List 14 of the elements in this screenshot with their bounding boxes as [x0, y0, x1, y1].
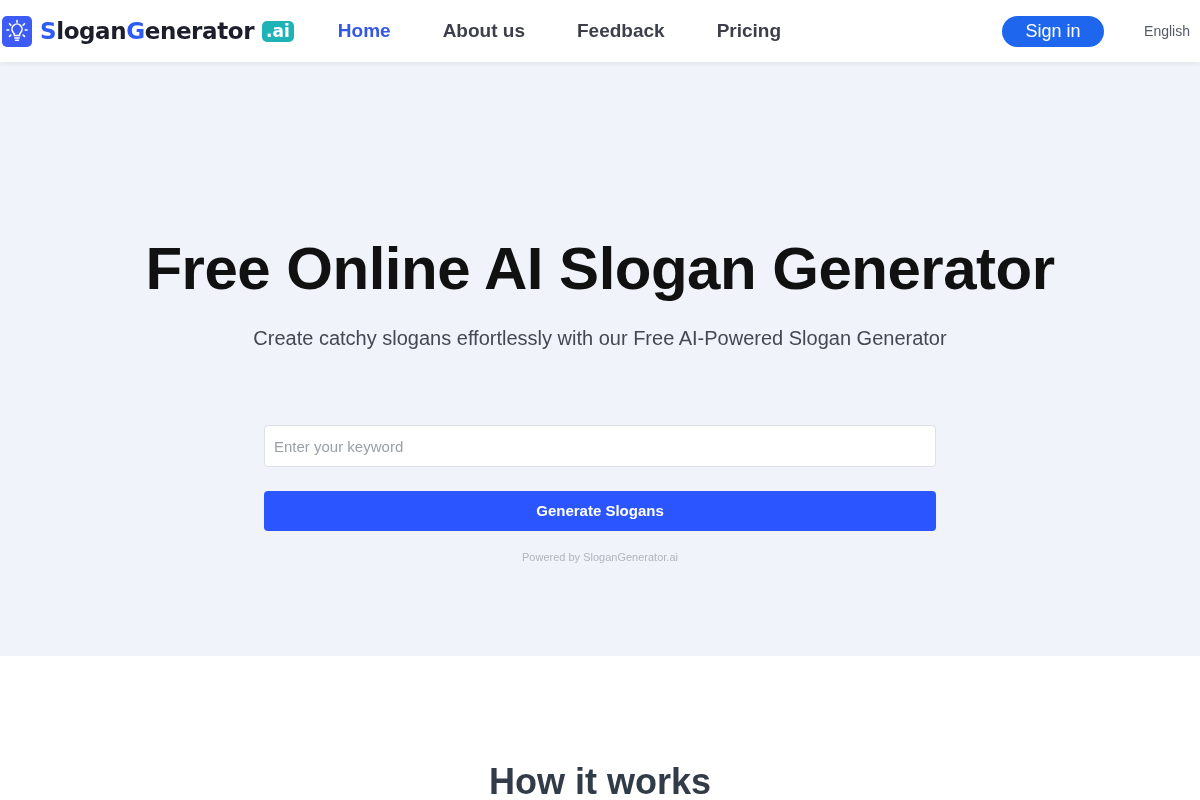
language-link[interactable]: English [1144, 20, 1190, 42]
keyword-field[interactable]: Enter your keyword [264, 425, 936, 467]
nav-link[interactable]: Feedback [576, 16, 665, 46]
nav-link[interactable]: About us [442, 16, 525, 46]
logo-text[interactable]: SloganGenerator [40, 13, 255, 49]
page-subtitle: Create catchy slogans effortlessly with our Free AI-Powered Slogan Generator [253, 326, 947, 351]
generate-button[interactable]: Generate Slogans [264, 491, 936, 531]
sign-in-button[interactable]: Sign in [1002, 15, 1105, 47]
page-title: Free Online AI Slogan Generator [145, 235, 1055, 303]
logo-suffix: .ai [262, 20, 294, 42]
powered-by-text: Powered by SloganGenerator.ai [522, 550, 678, 565]
nav-link[interactable]: Home [337, 16, 391, 46]
section-heading: How it works [489, 764, 711, 800]
nav-link[interactable]: Pricing [716, 16, 782, 46]
